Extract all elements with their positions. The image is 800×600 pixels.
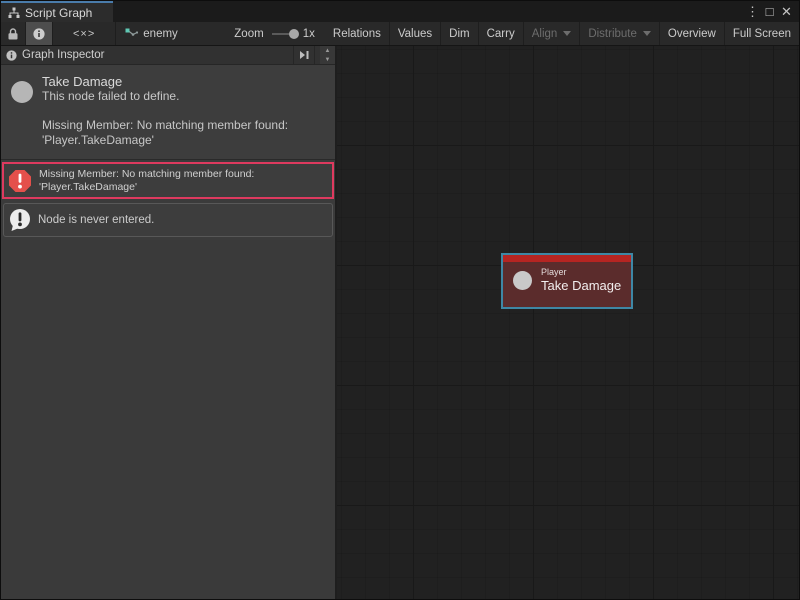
- node-source-label: Player: [541, 267, 621, 278]
- warning-message-box: Node is never entered.: [3, 203, 333, 237]
- dropdown-arrow-icon: [643, 31, 651, 36]
- warning-message-text: Node is never entered.: [38, 214, 154, 226]
- node-info-title: Take Damage: [42, 74, 288, 89]
- full-screen-button[interactable]: Full Screen: [725, 22, 799, 45]
- values-button[interactable]: Values: [390, 22, 441, 45]
- align-label: Align: [532, 28, 558, 40]
- window-controls: ⋮ □ ✕: [744, 1, 799, 22]
- zoom-slider-thumb[interactable]: [289, 29, 299, 39]
- error-message-line2: 'Player.TakeDamage': [39, 181, 254, 194]
- align-button[interactable]: Align: [524, 22, 581, 45]
- warning-bubble-icon: [8, 208, 32, 232]
- inspector-empty-area: [1, 240, 335, 599]
- node-info-texts: Take Damage This node failed to define. …: [42, 74, 288, 148]
- info-icon: [33, 28, 45, 40]
- graph-toolbar: <×> enemy Zoom 1x Relations Val: [1, 22, 799, 46]
- panel-scrollbar: ▲ ▼: [320, 46, 335, 64]
- zoom-value: 1x: [303, 28, 315, 40]
- zoom-label: Zoom: [234, 28, 263, 40]
- zoom-slider[interactable]: [272, 33, 295, 35]
- menu-icon[interactable]: ⋮: [744, 2, 761, 21]
- lock-button[interactable]: [1, 22, 26, 45]
- breadcrumb-label: enemy: [143, 28, 178, 40]
- scroll-up-icon[interactable]: ▲: [320, 46, 335, 55]
- node-title-label: Take Damage: [541, 278, 621, 294]
- tab-bar: Script Graph ⋮ □ ✕: [1, 1, 799, 22]
- code-preview-button[interactable]: <×>: [53, 22, 116, 45]
- graph-inspector-panel: Graph Inspector ▲ ▼ Tak: [1, 46, 337, 599]
- script-graph-asset-icon: [125, 28, 138, 39]
- relations-button[interactable]: Relations: [325, 22, 390, 45]
- carry-label: Carry: [487, 28, 515, 40]
- code-icon: <×>: [61, 28, 107, 40]
- tab-title: Script Graph: [25, 6, 92, 20]
- carry-button[interactable]: Carry: [479, 22, 524, 45]
- maximize-icon[interactable]: □: [761, 2, 778, 21]
- error-message-line1: Missing Member: No matching member found…: [39, 168, 254, 181]
- overview-label: Overview: [668, 28, 716, 40]
- tab-script-graph[interactable]: Script Graph: [1, 1, 113, 22]
- panel-title: Graph Inspector: [22, 49, 104, 61]
- graph-canvas[interactable]: Player Take Damage: [337, 46, 799, 599]
- info-icon: [6, 50, 17, 61]
- error-octagon-icon: [8, 169, 32, 193]
- dim-label: Dim: [449, 28, 469, 40]
- spacer: [42, 104, 288, 118]
- close-icon[interactable]: ✕: [778, 2, 795, 21]
- dock-icon: [298, 50, 310, 60]
- node-info-error-line1: Missing Member: No matching member found…: [42, 118, 288, 133]
- node-texts: Player Take Damage: [541, 267, 621, 294]
- distribute-label: Distribute: [588, 28, 637, 40]
- node-error-strip: [503, 255, 631, 262]
- main-area: Graph Inspector ▲ ▼ Tak: [1, 46, 799, 599]
- node-icon: [513, 271, 532, 290]
- dim-button[interactable]: Dim: [441, 22, 478, 45]
- distribute-button[interactable]: Distribute: [580, 22, 660, 45]
- error-message-texts: Missing Member: No matching member found…: [39, 168, 254, 194]
- scroll-down-icon[interactable]: ▼: [320, 55, 335, 64]
- overview-button[interactable]: Overview: [660, 22, 725, 45]
- full-screen-label: Full Screen: [733, 28, 791, 40]
- lock-icon: [8, 28, 18, 40]
- node-info-error-line2: 'Player.TakeDamage': [42, 133, 288, 148]
- dropdown-arrow-icon: [563, 31, 571, 36]
- script-graph-window: Script Graph ⋮ □ ✕: [0, 0, 800, 600]
- breadcrumb[interactable]: enemy: [116, 22, 206, 45]
- node-info-subtitle: This node failed to define.: [42, 89, 288, 104]
- node-content: Player Take Damage: [503, 262, 631, 294]
- inspector-toggle-button[interactable]: [26, 22, 53, 45]
- error-message-box: Missing Member: No matching member found…: [2, 162, 334, 199]
- graph-icon: [8, 7, 20, 19]
- values-label: Values: [398, 28, 432, 40]
- take-damage-node[interactable]: Player Take Damage: [501, 253, 633, 309]
- node-info-section: Take Damage This node failed to define. …: [1, 65, 335, 160]
- graph-inspector-header: Graph Inspector ▲ ▼: [1, 46, 335, 65]
- node-type-icon: [11, 81, 33, 103]
- relations-label: Relations: [333, 28, 381, 40]
- dock-panel-button[interactable]: [293, 46, 315, 64]
- zoom-control: Zoom 1x: [206, 22, 325, 45]
